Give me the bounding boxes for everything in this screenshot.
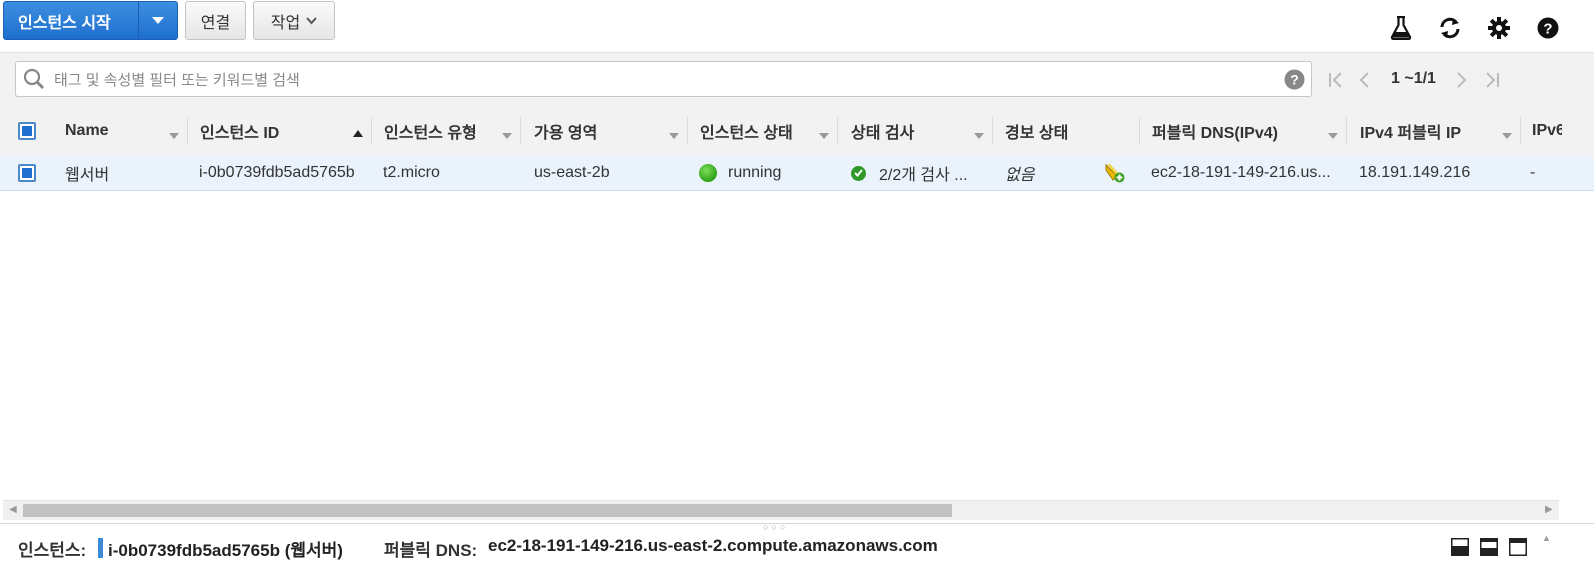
instance-state-text: running <box>728 164 782 181</box>
cell-instance-state: running <box>699 156 835 190</box>
sort-caret-icon <box>819 126 829 144</box>
page-indicator: 1 ~1/1 <box>1391 70 1436 87</box>
sort-caret-icon <box>974 126 984 144</box>
column-header-label: 경보 상태 <box>1005 124 1069 142</box>
chevron-down-icon <box>306 12 317 30</box>
cell-status-checks[interactable]: 2/2개 검사 ... <box>851 156 989 190</box>
column-header-label: 가용 영역 <box>534 124 598 142</box>
scroll-left-icon[interactable]: ◀ <box>9 504 17 515</box>
connect-label: 연결 <box>200 14 231 32</box>
column-separator[interactable] <box>1139 117 1140 145</box>
column-header-public-ip[interactable]: IPv4 퍼블릭 IP <box>1360 105 1520 156</box>
cell-ipv6: - <box>1530 164 1536 181</box>
column-header-alarm-status[interactable]: 경보 상태 <box>1005 105 1139 156</box>
cell-public-ip: 18.191.149.216 <box>1359 164 1471 181</box>
filter-bar: ? 1 ~1/1 <box>0 52 1594 106</box>
help-icon[interactable]: ? <box>1536 16 1560 40</box>
column-header-label: IPv6 <box>1532 121 1562 139</box>
public-dns-label: 퍼블릭 DNS: <box>384 541 478 560</box>
layout-top-icon[interactable] <box>1509 538 1527 556</box>
search-help-icon[interactable]: ? <box>1284 69 1305 95</box>
sort-caret-icon <box>1328 126 1338 144</box>
scrollbar-thumb[interactable] <box>23 504 952 517</box>
prev-page-icon[interactable] <box>1358 69 1370 91</box>
column-separator[interactable] <box>687 117 688 145</box>
column-separator[interactable] <box>1520 117 1521 145</box>
launch-instance-button[interactable]: 인스턴스 시작 <box>3 1 178 40</box>
column-header-instance-state[interactable]: 인스턴스 상태 <box>700 105 837 156</box>
table-row[interactable]: 웹서버 i-0b0739fdb5ad5765b t2.micro us-east… <box>0 156 1594 191</box>
resize-grip-icon[interactable]: ○○○ <box>763 522 788 532</box>
cell-alarm-status: 없음 <box>1005 167 1035 184</box>
check-ok-icon <box>851 165 866 181</box>
scroll-right-icon[interactable]: ▶ <box>1545 504 1553 515</box>
sort-caret-icon <box>502 126 512 144</box>
launch-instance-label: 인스턴스 시작 <box>18 14 111 32</box>
last-page-icon[interactable] <box>1484 69 1500 91</box>
row-checkbox[interactable] <box>18 164 36 182</box>
column-header-label: IPv4 퍼블릭 IP <box>1360 124 1462 142</box>
sort-asc-icon <box>353 124 363 142</box>
column-header-label: 상태 검사 <box>851 124 915 142</box>
column-header-name[interactable]: Name <box>65 105 187 156</box>
column-header-label: Name <box>65 121 109 139</box>
next-page-icon[interactable] <box>1456 69 1468 91</box>
sort-caret-icon <box>669 126 679 144</box>
layout-split-icon[interactable] <box>1480 538 1498 556</box>
column-separator[interactable] <box>371 117 372 145</box>
search-input[interactable] <box>52 62 1276 98</box>
toolbar: 인스턴스 시작 연결 작업 ? <box>0 0 1594 52</box>
cell-instance-id: i-0b0739fdb5ad5765b <box>199 164 355 181</box>
svg-text:?: ? <box>1290 72 1299 88</box>
status-running-icon <box>699 164 717 182</box>
table-header: Name 인스턴스 ID 인스턴스 유형 가용 영역 인스턴스 상태 상태 검사… <box>0 105 1594 157</box>
column-separator[interactable] <box>992 117 993 145</box>
cell-instance-type: t2.micro <box>383 164 440 181</box>
sort-caret-icon <box>1502 126 1512 144</box>
cell-availability-zone: us-east-2b <box>534 164 610 181</box>
svg-text:?: ? <box>1543 21 1552 38</box>
horizontal-scrollbar[interactable]: ◀ ▶ <box>3 500 1559 520</box>
scroll-up-icon[interactable]: ▲ <box>1542 533 1551 543</box>
column-header-availability-zone[interactable]: 가용 영역 <box>534 105 687 156</box>
column-separator[interactable] <box>1346 117 1347 145</box>
public-dns-value: ec2-18-191-149-216.us-east-2.compute.ama… <box>488 536 938 555</box>
actions-button[interactable]: 작업 <box>253 1 335 40</box>
alarm-add-icon[interactable] <box>1104 156 1128 190</box>
column-separator[interactable] <box>187 117 188 145</box>
instance-value: i-0b0739fdb5ad5765b (웹서버) <box>108 541 343 560</box>
instance-label: 인스턴스: <box>18 541 87 560</box>
gear-icon[interactable] <box>1487 16 1511 40</box>
column-header-instance-id[interactable]: 인스턴스 ID <box>200 105 371 156</box>
connect-button[interactable]: 연결 <box>185 1 246 40</box>
status-checks-text: 2/2개 검사 ... <box>879 167 968 184</box>
refresh-icon[interactable] <box>1438 16 1462 40</box>
first-page-icon[interactable] <box>1328 69 1344 91</box>
select-all-checkbox[interactable] <box>18 122 36 140</box>
flask-icon[interactable] <box>1389 16 1413 40</box>
column-header-label: 인스턴스 유형 <box>384 124 477 142</box>
column-header-status-checks[interactable]: 상태 검사 <box>851 105 992 156</box>
caret-down-icon[interactable] <box>138 2 177 39</box>
column-header-public-dns[interactable]: 퍼블릭 DNS(IPv4) <box>1152 105 1346 156</box>
instance-marker <box>98 538 103 558</box>
column-header-label: 인스턴스 상태 <box>700 124 793 142</box>
cell-public-dns: ec2-18-191-149-216.us... <box>1151 164 1331 181</box>
layout-bottom-icon[interactable] <box>1451 538 1469 556</box>
column-separator[interactable] <box>837 117 838 145</box>
sort-caret-icon <box>169 126 179 144</box>
column-header-label: 퍼블릭 DNS(IPv4) <box>1152 124 1278 142</box>
column-header-instance-type[interactable]: 인스턴스 유형 <box>384 105 520 156</box>
search-box[interactable]: ? <box>15 61 1312 98</box>
search-icon <box>23 68 45 95</box>
column-header-ipv6[interactable]: IPv6 <box>1532 105 1562 156</box>
details-pane: 인스턴스: i-0b0739fdb5ad5765b (웹서버) 퍼블릭 DNS:… <box>0 523 1594 570</box>
actions-label: 작업 <box>270 14 301 32</box>
cell-name: 웹서버 <box>65 167 110 184</box>
column-separator[interactable] <box>520 117 521 145</box>
column-header-label: 인스턴스 ID <box>200 124 280 142</box>
